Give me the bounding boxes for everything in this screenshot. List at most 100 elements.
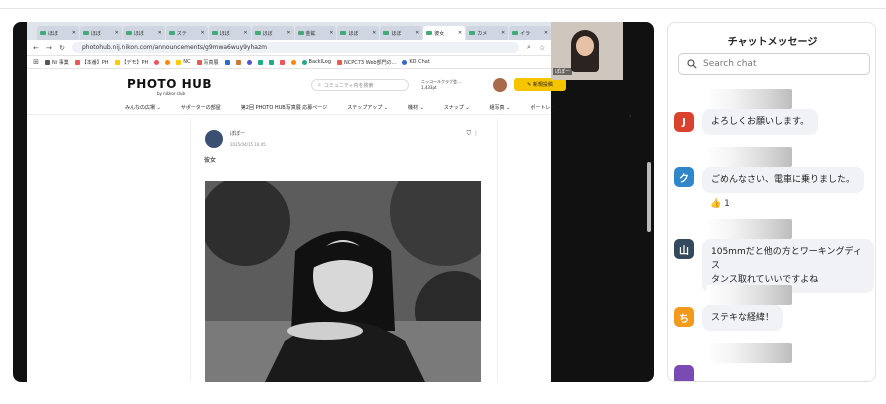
browser-tab[interactable]: ほぼ ✕	[122, 26, 165, 40]
bookmark-item[interactable]	[290, 59, 296, 65]
search-input[interactable]	[703, 59, 863, 69]
browser-tab[interactable]: イラ ✕	[509, 26, 552, 40]
address-bar-row: ← → ↻ photohub.nij.nikon.com/announcemen…	[27, 40, 551, 56]
chat-panel: チャットメッセージ J よろしくお願いします。 ク ごめんなさい、電車に乗りまし…	[667, 22, 876, 382]
star-icon[interactable]: ☆	[539, 44, 545, 52]
photohub-page: PHOTO HUB by nikkor club ⌕ コミュニティ内を検索 ニッコ…	[27, 69, 632, 382]
sender-name-redacted	[706, 89, 792, 109]
message-bubble: よろしくお願いします。	[702, 109, 819, 135]
browser-tab[interactable]: ほぼ ✕	[79, 26, 122, 40]
nav-item[interactable]: みんなの広場 ⌄	[125, 104, 161, 111]
bookmark-item[interactable]	[154, 59, 160, 65]
apps-grid-icon[interactable]: ⊞	[33, 58, 39, 66]
tab-favicon-icon	[254, 31, 261, 35]
avatar[interactable]	[493, 78, 507, 92]
close-icon[interactable]: ✕	[72, 30, 76, 36]
close-icon[interactable]: ✕	[243, 30, 247, 36]
tab-favicon-icon	[340, 31, 347, 35]
bookmark-item[interactable]: Ni 事業	[45, 59, 69, 66]
sender-name-redacted	[706, 219, 792, 239]
close-icon[interactable]: ✕	[158, 30, 162, 36]
sender-avatar[interactable]: 山	[674, 239, 694, 259]
message-bubble: ステキな経緯！	[702, 305, 784, 331]
browser-tab[interactable]: ほぼ ✕	[251, 26, 294, 40]
zoom-icon[interactable]: ⌕	[526, 43, 532, 52]
bookmark-item[interactable]: 写真展	[196, 59, 219, 66]
message-bubble: ごめんなさい、電車に乗りました。	[702, 167, 865, 193]
nav-item[interactable]: ポートレー	[530, 104, 555, 111]
close-icon[interactable]: ✕	[115, 30, 119, 36]
bookmark-item[interactable]	[257, 59, 263, 65]
reaction-badge[interactable]: 👍 1	[710, 199, 730, 209]
post-photo[interactable]	[205, 181, 481, 382]
bookmark-item[interactable]	[224, 59, 230, 65]
post-date: 2025/04/15 16:45	[230, 142, 266, 147]
tab-favicon-icon	[383, 31, 390, 35]
close-icon[interactable]: ✕	[458, 30, 462, 36]
search-icon	[687, 59, 697, 69]
site-search-input[interactable]: ⌕ コミュニティ内を検索	[311, 79, 409, 91]
bookmark-item[interactable]	[165, 59, 171, 65]
browser-tab[interactable]: ほぼ ✕	[37, 26, 79, 40]
photohub-logo[interactable]: PHOTO HUB	[127, 77, 212, 91]
url-field[interactable]: photohub.nij.nikon.com/announcements/g9m…	[72, 42, 519, 53]
nav-item[interactable]: サポーターの部屋	[181, 104, 221, 111]
participant-camera: ぽぽー	[551, 22, 623, 80]
bookmark-icon[interactable]: ⛉	[467, 130, 472, 137]
tab-favicon-icon	[211, 31, 218, 35]
user-points[interactable]: ニッコールクラブ会... 1,433pt	[421, 79, 461, 91]
sender-name-redacted	[706, 343, 792, 363]
sender-avatar[interactable]	[674, 365, 694, 381]
nav-item[interactable]: スナップ ⌄	[444, 104, 470, 111]
post-author[interactable]: ぽぽー	[230, 130, 245, 137]
close-icon[interactable]: ✕	[200, 30, 204, 36]
sender-name-redacted	[706, 147, 792, 167]
tab-favicon-icon	[469, 31, 476, 35]
sender-avatar[interactable]: J	[674, 112, 694, 132]
nav-item[interactable]: 組写真 ⌄	[490, 104, 511, 111]
close-icon[interactable]: ✕	[286, 30, 290, 36]
shared-browser-window: ほぼ ✕ ほぼ ✕ ほぼ ✕ ステ ✕ ほぼ ✕ ほぼ ✕ 金鉱 ✕ ほぼ ✕ ほぼ ✕ 彼女 ✕ …	[27, 22, 651, 382]
close-icon[interactable]: ✕	[415, 30, 419, 36]
sender-avatar[interactable]: ち	[674, 307, 694, 327]
chevron-right-icon[interactable]: ›	[629, 112, 632, 120]
bookmark-item[interactable]: 【デモ】PH	[114, 59, 148, 66]
page-scrollbar[interactable]	[647, 162, 651, 232]
bookmark-item[interactable]: BacklLog	[301, 59, 331, 65]
screen-share-video: ほぼ ✕ ほぼ ✕ ほぼ ✕ ステ ✕ ほぼ ✕ ほぼ ✕ 金鉱 ✕ ほぼ ✕ ほぼ ✕ 彼女 ✕ …	[13, 22, 654, 382]
nav-item[interactable]: ステップアップ ⌄	[347, 104, 388, 111]
browser-tab[interactable]: カメ ✕	[466, 26, 509, 40]
nav-item[interactable]: 機材 ⌄	[408, 104, 424, 111]
close-icon[interactable]: ✕	[329, 30, 333, 36]
bookmark-item[interactable]: NCPC73 Web部門の...	[337, 59, 396, 66]
bookmark-item[interactable]	[279, 59, 285, 65]
browser-tab[interactable]: ほぼ ✕	[208, 26, 251, 40]
close-icon[interactable]: ✕	[544, 30, 548, 36]
bookmark-item[interactable]: 【本番】PH	[74, 59, 109, 66]
top-divider	[0, 8, 886, 9]
nav-item[interactable]: 第2回 PHOTO HUB写真展 応募ページ	[241, 104, 327, 111]
more-icon[interactable]: ⋮	[473, 130, 479, 137]
bookmark-item[interactable]	[268, 59, 274, 65]
bookmark-item[interactable]: KD Chat	[402, 59, 430, 65]
browser-tab[interactable]: ほぼ ✕	[380, 26, 423, 40]
bookmarks-bar: ⊞ Ni 事業 【本番】PH 【デモ】PH NC 写真展 BacklLog NC…	[27, 56, 551, 69]
browser-tab[interactable]: ステ ✕	[165, 26, 208, 40]
close-icon[interactable]: ✕	[501, 30, 505, 36]
browser-tab[interactable]: ほぼ ✕	[337, 26, 380, 40]
participant-name: ぽぽー	[553, 68, 573, 75]
forward-arrow-icon[interactable]: →	[46, 44, 52, 52]
reload-icon[interactable]: ↻	[59, 44, 65, 52]
browser-tab[interactable]: 金鉱 ✕	[294, 26, 337, 40]
browser-tab-active[interactable]: 彼女 ✕	[423, 26, 466, 40]
author-avatar[interactable]	[205, 130, 223, 148]
sender-avatar[interactable]: ク	[674, 167, 694, 187]
tab-favicon-icon	[82, 31, 89, 35]
chat-search[interactable]	[678, 53, 870, 75]
bookmark-item[interactable]	[235, 59, 241, 65]
close-icon[interactable]: ✕	[372, 30, 376, 36]
bookmark-item[interactable]: NC	[176, 59, 191, 65]
bookmark-item[interactable]	[246, 59, 252, 65]
back-arrow-icon[interactable]: ←	[33, 44, 39, 52]
tab-favicon-icon	[40, 31, 46, 35]
